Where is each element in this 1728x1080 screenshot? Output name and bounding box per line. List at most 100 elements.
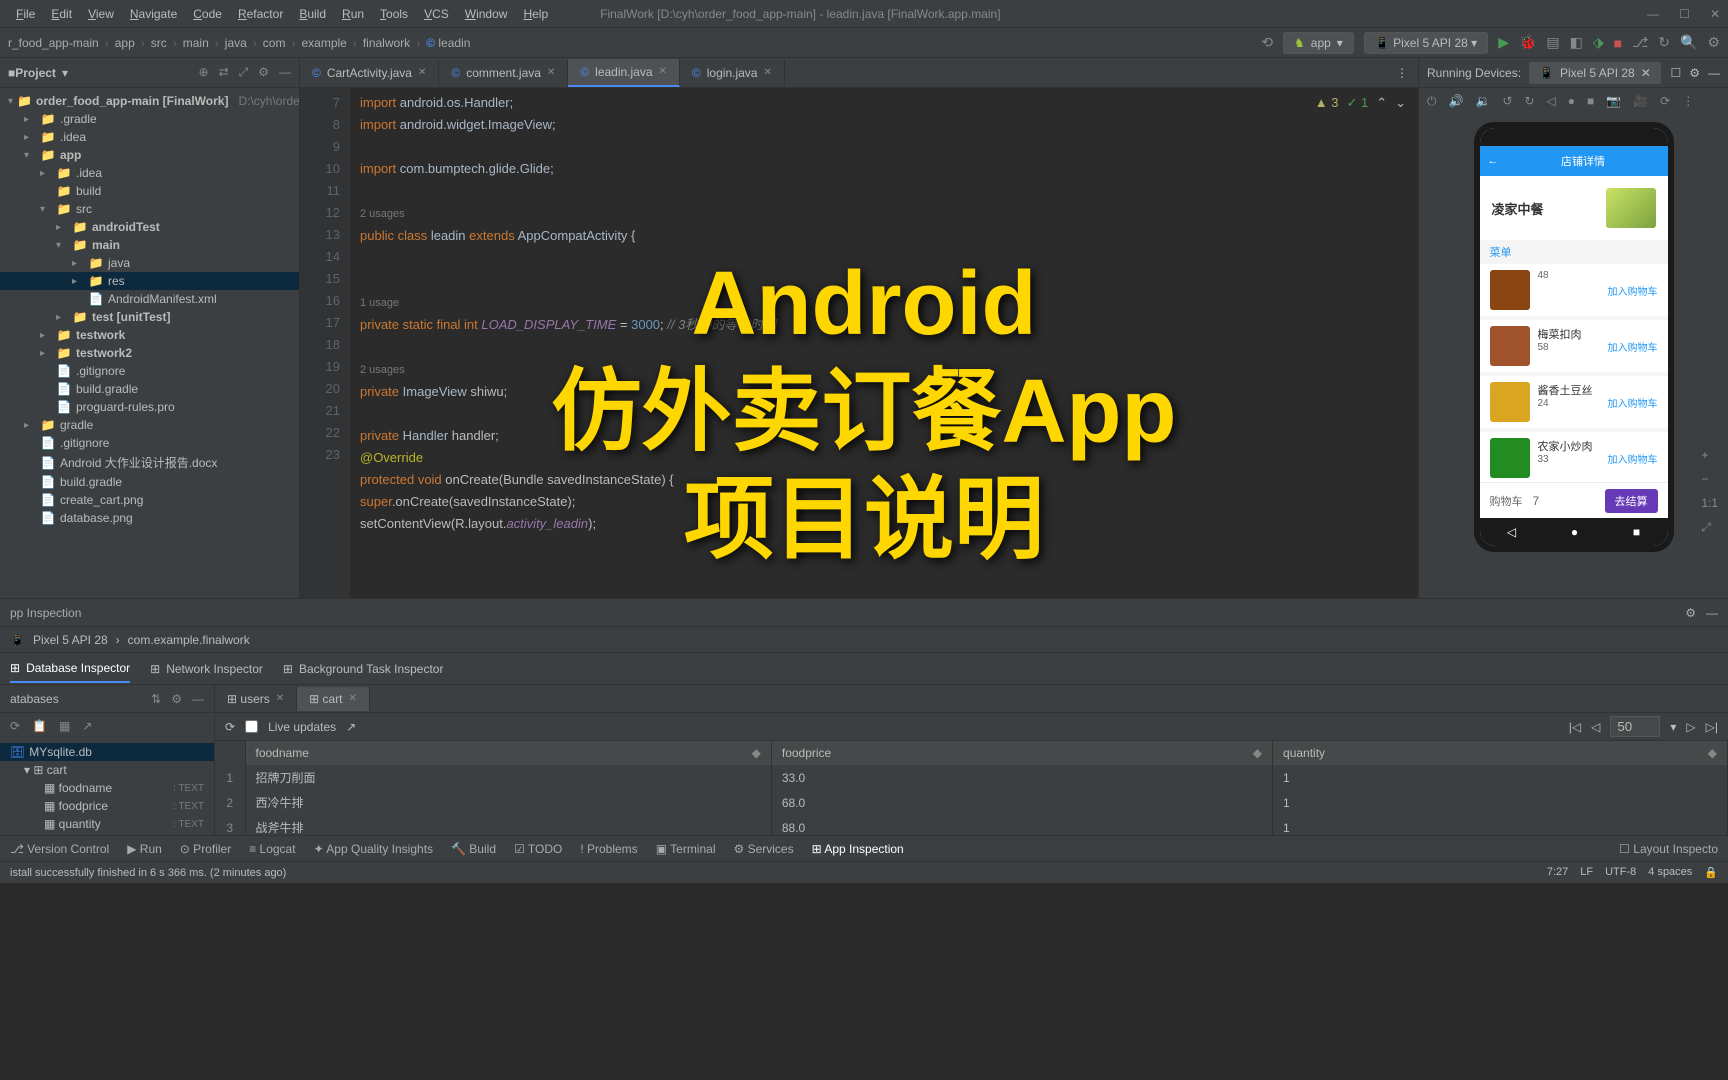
add-to-cart[interactable]: 加入购物车 <box>1608 283 1658 298</box>
update-icon[interactable]: ↻ <box>1658 34 1670 51</box>
screenshot-icon[interactable]: 📷 <box>1606 94 1621 108</box>
refresh-icon[interactable]: ⟳ <box>225 720 235 734</box>
tool-tab-version-control[interactable]: ⎇ Version Control <box>10 842 109 856</box>
tree-item[interactable]: ▸📁androidTest <box>0 218 299 236</box>
more-tabs-icon[interactable]: ⋮ <box>1386 66 1418 80</box>
tree-item[interactable]: ▸📁testwork2 <box>0 344 299 362</box>
tool-tab-problems[interactable]: ! Problems <box>580 842 637 856</box>
ok-indicator[interactable]: ✓ 1 <box>1346 92 1368 114</box>
stop-icon[interactable]: ■ <box>1614 35 1622 51</box>
tree-item[interactable]: ▾📁app <box>0 146 299 164</box>
editor-tab[interactable]: ©comment.java✕ <box>439 60 568 86</box>
menu-edit[interactable]: Edit <box>43 3 80 25</box>
menu-tools[interactable]: Tools <box>372 3 416 25</box>
attach-icon[interactable]: ⬗ <box>1593 34 1604 51</box>
tool-tab-logcat[interactable]: ≡ Logcat <box>249 842 295 856</box>
live-updates-checkbox[interactable] <box>245 720 258 733</box>
tree-item[interactable]: ▸📁.idea <box>0 164 299 182</box>
indent-config[interactable]: 4 spaces <box>1648 866 1692 879</box>
breadcrumb-item[interactable]: app <box>115 36 135 50</box>
profile-icon[interactable]: ◧ <box>1570 34 1583 51</box>
page-size-input[interactable] <box>1610 716 1660 737</box>
tree-item[interactable]: 📄database.png <box>0 509 299 527</box>
breadcrumb-item[interactable]: © leadin <box>426 36 470 50</box>
nav-home-icon[interactable]: ● <box>1571 525 1578 539</box>
expand-icon[interactable]: ⤢ <box>1701 520 1718 535</box>
tool-tab-app-inspection[interactable]: ⊞ App Inspection <box>812 842 904 856</box>
menu-file[interactable]: File <box>8 3 43 25</box>
db-column[interactable]: ▦ foodname: TEXT <box>0 779 214 797</box>
tool-tab-profiler[interactable]: ⊙ Profiler <box>180 842 231 856</box>
prev-page-icon[interactable]: ◁ <box>1591 720 1600 734</box>
breadcrumb[interactable]: r_food_app-main›app›src›main›java›com›ex… <box>8 36 470 50</box>
tree-item[interactable]: 📄.gitignore <box>0 434 299 452</box>
db-table[interactable]: ▾ ⊞ cart <box>0 761 214 779</box>
file-encoding[interactable]: UTF-8 <box>1605 866 1636 879</box>
gear-icon[interactable]: ⚙ <box>171 692 182 706</box>
menu-refactor[interactable]: Refactor <box>230 3 291 25</box>
food-item[interactable]: 梅菜扣肉58加入购物车 <box>1480 320 1668 372</box>
data-table[interactable]: foodname◆foodprice◆quantity◆1招牌刀削面33.012… <box>215 741 1728 835</box>
emulator-tab[interactable]: 📱 Pixel 5 API 28 ✕ <box>1529 62 1661 84</box>
menu-vcs[interactable]: VCS <box>416 3 457 25</box>
sync-icon[interactable]: ⟲ <box>1261 34 1273 51</box>
warning-indicator[interactable]: ▲ 3 <box>1315 92 1339 114</box>
tree-item[interactable]: 📄proguard-rules.pro <box>0 398 299 416</box>
tree-item[interactable]: ▸📁test [unitTest] <box>0 308 299 326</box>
nav-back-icon[interactable]: ◁ <box>1507 525 1516 539</box>
hide-icon[interactable]: — <box>279 65 291 80</box>
bp-device[interactable]: Pixel 5 API 28 <box>33 633 108 647</box>
tree-item[interactable]: ▸📁.gradle <box>0 110 299 128</box>
tool-tab-build[interactable]: 🔨 Build <box>451 842 496 856</box>
fit-icon[interactable]: 1:1 <box>1701 496 1718 510</box>
menu-build[interactable]: Build <box>291 3 334 25</box>
readonly-icon[interactable]: 🔒 <box>1704 866 1718 879</box>
menu-run[interactable]: Run <box>334 3 372 25</box>
bp-package[interactable]: com.example.finalwork <box>128 633 250 647</box>
maximize-icon[interactable]: ☐ <box>1679 7 1690 21</box>
export-icon[interactable]: ↗ <box>346 720 356 734</box>
back-icon[interactable]: ◁ <box>1547 94 1556 108</box>
cart-label[interactable]: 购物车 <box>1490 493 1523 509</box>
gear-icon[interactable]: ⚙ <box>1689 66 1700 80</box>
menu-help[interactable]: Help <box>515 3 556 25</box>
menu-navigate[interactable]: Navigate <box>122 3 185 25</box>
hide-icon[interactable]: — <box>1706 606 1718 620</box>
volume-up-icon[interactable]: 🔊 <box>1449 94 1464 108</box>
tree-item[interactable]: 📄AndroidManifest.xml <box>0 290 299 308</box>
inspection-tab[interactable]: ⊞ Database Inspector <box>10 655 130 683</box>
tool-tab-terminal[interactable]: ▣ Terminal <box>656 842 716 856</box>
inspection-tab[interactable]: ⊞ Background Task Inspector <box>283 656 444 682</box>
breadcrumb-item[interactable]: r_food_app-main <box>8 36 99 50</box>
project-tree[interactable]: ▾📁order_food_app-main [FinalWork]D:\cyh\… <box>0 88 299 598</box>
zoom-out-icon[interactable]: − <box>1701 472 1718 486</box>
code-editor[interactable]: 7891011121314151617181920212223 ▲ 3 ✓ 1 … <box>300 88 1418 598</box>
select-opened-icon[interactable]: ⊕ <box>199 65 209 80</box>
device-selector[interactable]: 📱 Pixel 5 API 28 ▾ <box>1364 32 1488 54</box>
breadcrumb-item[interactable]: com <box>263 36 286 50</box>
minimize-icon[interactable]: — <box>1647 7 1659 21</box>
rotate-left-icon[interactable]: ↺ <box>1502 94 1512 108</box>
food-item[interactable]: 农家小炒肉33加入购物车 <box>1480 432 1668 482</box>
tree-root[interactable]: ▾📁order_food_app-main [FinalWork]D:\cyh\… <box>0 92 299 110</box>
tree-item[interactable]: 📁build <box>0 182 299 200</box>
rotate-right-icon[interactable]: ↻ <box>1524 94 1534 108</box>
zoom-in-icon[interactable]: + <box>1701 448 1718 462</box>
collapse-icon[interactable]: ⤢ <box>239 65 249 80</box>
table-row[interactable]: 1招牌刀削面33.01 <box>215 765 1728 790</box>
refresh-icon[interactable]: ⟳ <box>10 719 20 733</box>
menu-window[interactable]: Window <box>457 3 516 25</box>
window-icon[interactable]: ☐ <box>1670 66 1681 80</box>
settings-icon[interactable]: ⚙ <box>1707 34 1720 51</box>
more-icon[interactable]: ⋮ <box>1682 94 1694 108</box>
data-tab[interactable]: ⊞ users ✕ <box>215 687 297 711</box>
tool-tab-todo[interactable]: ☑ TODO <box>514 842 562 856</box>
data-tab[interactable]: ⊞ cart ✕ <box>297 687 370 711</box>
up-icon[interactable]: ⌃ <box>1376 92 1387 114</box>
keep-open-icon[interactable]: 📋 <box>32 719 47 733</box>
layout-inspector-tab[interactable]: ☐ Layout Inspecto <box>1619 842 1718 856</box>
tree-item[interactable]: ▸📁java <box>0 254 299 272</box>
line-separator[interactable]: LF <box>1580 866 1593 879</box>
tree-item[interactable]: 📄Android 大作业设计报告.docx <box>0 452 299 473</box>
sql-icon[interactable]: ▦ <box>59 719 70 733</box>
